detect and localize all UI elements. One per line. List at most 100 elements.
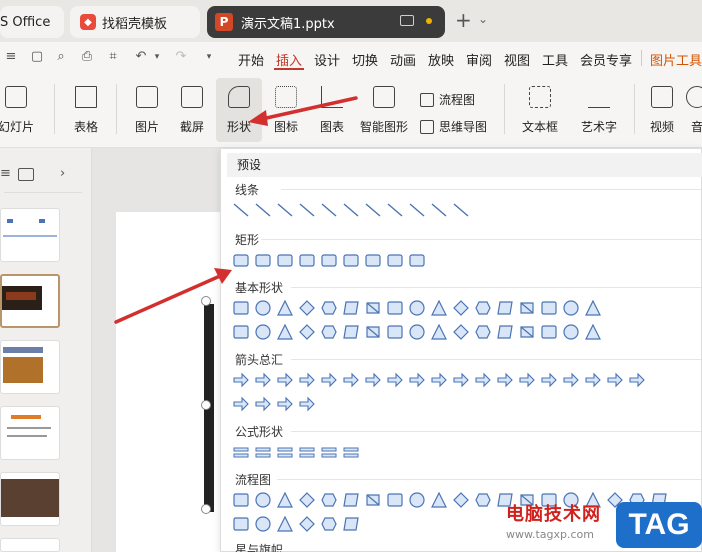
arrow-shape[interactable] xyxy=(386,371,404,389)
basic-shape[interactable] xyxy=(408,299,426,317)
arrow-shape[interactable] xyxy=(254,371,272,389)
menu-member[interactable]: 会员专享 xyxy=(580,50,632,69)
flowchart-shape[interactable] xyxy=(342,515,360,533)
rectangle-shape[interactable] xyxy=(342,251,360,269)
flowchart-shape[interactable] xyxy=(232,515,250,533)
basic-shape[interactable] xyxy=(232,299,250,317)
flowchart-shape[interactable] xyxy=(364,491,382,509)
arrow-shape[interactable] xyxy=(584,371,602,389)
arrow-shape[interactable] xyxy=(540,371,558,389)
flowchart-shape[interactable] xyxy=(298,491,316,509)
equation-shape[interactable] xyxy=(254,443,272,461)
menu-review[interactable]: 审阅 xyxy=(466,50,492,69)
save-icon[interactable]: ▢ xyxy=(30,50,44,64)
tab-presentation[interactable]: P 演示文稿1.pptx xyxy=(207,6,445,38)
basic-shape[interactable] xyxy=(254,299,272,317)
slide-view-icon[interactable] xyxy=(18,168,34,181)
slide-thumbnail[interactable] xyxy=(0,406,60,460)
menu-toggle-icon[interactable]: ≡ xyxy=(4,50,18,64)
basic-shape[interactable] xyxy=(386,323,404,341)
arrow-shape[interactable] xyxy=(452,371,470,389)
menu-design[interactable]: 设计 xyxy=(314,50,340,69)
undo-dropdown-icon[interactable]: ▾ xyxy=(150,50,164,64)
flowchart-shape[interactable] xyxy=(254,515,272,533)
line-shape[interactable] xyxy=(364,201,382,219)
basic-shape[interactable] xyxy=(518,299,536,317)
tab-docer-templates[interactable]: ◆ 找稻壳模板 xyxy=(70,6,200,38)
rectangle-shape[interactable] xyxy=(364,251,382,269)
flowchart-shape[interactable] xyxy=(320,491,338,509)
basic-shape[interactable] xyxy=(276,299,294,317)
line-shape[interactable] xyxy=(408,201,426,219)
flowchart-button[interactable]: 流程图 xyxy=(420,91,475,108)
resize-handle[interactable] xyxy=(201,400,211,410)
arrow-shape[interactable] xyxy=(474,371,492,389)
menu-insert[interactable]: 插入 xyxy=(276,50,302,69)
basic-shape[interactable] xyxy=(298,323,316,341)
arrow-shape[interactable] xyxy=(276,371,294,389)
basic-shape[interactable] xyxy=(452,299,470,317)
picture-button[interactable]: 图片 xyxy=(126,78,168,142)
table-button[interactable]: 表格 xyxy=(64,78,108,142)
smartart-button[interactable]: 智能图形 xyxy=(356,78,412,142)
icons-button[interactable]: 图标 xyxy=(268,78,304,142)
screenshot-button[interactable]: 截屏 xyxy=(172,78,212,142)
arrow-shape[interactable] xyxy=(562,371,580,389)
redo-icon[interactable]: ↷ xyxy=(174,50,188,64)
equation-shape[interactable] xyxy=(298,443,316,461)
slide-thumbnail[interactable] xyxy=(0,208,60,262)
flowchart-shape[interactable] xyxy=(276,491,294,509)
flowchart-shape[interactable] xyxy=(320,515,338,533)
menu-view[interactable]: 视图 xyxy=(504,50,530,69)
slide-thumbnail[interactable] xyxy=(0,538,60,552)
undo-icon[interactable]: ↶ xyxy=(134,50,148,64)
arrow-shape[interactable] xyxy=(408,371,426,389)
slide-thumbnail[interactable] xyxy=(0,340,60,394)
line-shape[interactable] xyxy=(232,201,250,219)
arrow-shape[interactable] xyxy=(628,371,646,389)
equation-shape[interactable] xyxy=(232,443,250,461)
textbox-button[interactable]: 文本框 xyxy=(512,78,568,142)
arrow-shape[interactable] xyxy=(298,395,316,413)
arrow-shape[interactable] xyxy=(232,371,250,389)
flowchart-shape[interactable] xyxy=(254,491,272,509)
tab-wps-office[interactable]: S Office xyxy=(0,6,64,38)
new-tab-icon[interactable]: + xyxy=(455,10,472,30)
line-shape[interactable] xyxy=(386,201,404,219)
flowchart-shape[interactable] xyxy=(276,515,294,533)
basic-shape[interactable] xyxy=(408,323,426,341)
basic-shape[interactable] xyxy=(540,323,558,341)
basic-shape[interactable] xyxy=(496,299,514,317)
share-icon[interactable]: ⌕ xyxy=(54,50,68,64)
basic-shape[interactable] xyxy=(584,299,602,317)
flowchart-shape[interactable] xyxy=(386,491,404,509)
rectangle-shape[interactable] xyxy=(298,251,316,269)
video-button[interactable]: 视频 xyxy=(642,78,682,142)
line-shape[interactable] xyxy=(320,201,338,219)
arrow-shape[interactable] xyxy=(342,371,360,389)
flowchart-shape[interactable] xyxy=(452,491,470,509)
menu-home[interactable]: 开始 xyxy=(238,50,264,69)
flowchart-shape[interactable] xyxy=(430,491,448,509)
slide-thumbnail[interactable] xyxy=(0,274,60,328)
print-icon[interactable]: ⎙ xyxy=(80,50,94,64)
flowchart-shape[interactable] xyxy=(342,491,360,509)
rectangle-shape[interactable] xyxy=(320,251,338,269)
basic-shape[interactable] xyxy=(584,323,602,341)
menu-slideshow[interactable]: 放映 xyxy=(428,50,454,69)
line-shape[interactable] xyxy=(342,201,360,219)
mindmap-button[interactable]: 思维导图 xyxy=(420,118,487,135)
menu-tools[interactable]: 工具 xyxy=(542,50,568,69)
rectangle-shape[interactable] xyxy=(386,251,404,269)
basic-shape[interactable] xyxy=(364,299,382,317)
basic-shape[interactable] xyxy=(474,299,492,317)
basic-shape[interactable] xyxy=(540,299,558,317)
basic-shape[interactable] xyxy=(342,299,360,317)
resize-handle[interactable] xyxy=(201,504,211,514)
arrow-shape[interactable] xyxy=(276,395,294,413)
line-shape[interactable] xyxy=(430,201,448,219)
basic-shape[interactable] xyxy=(518,323,536,341)
basic-shape[interactable] xyxy=(452,323,470,341)
basic-shape[interactable] xyxy=(232,323,250,341)
basic-shape[interactable] xyxy=(474,323,492,341)
